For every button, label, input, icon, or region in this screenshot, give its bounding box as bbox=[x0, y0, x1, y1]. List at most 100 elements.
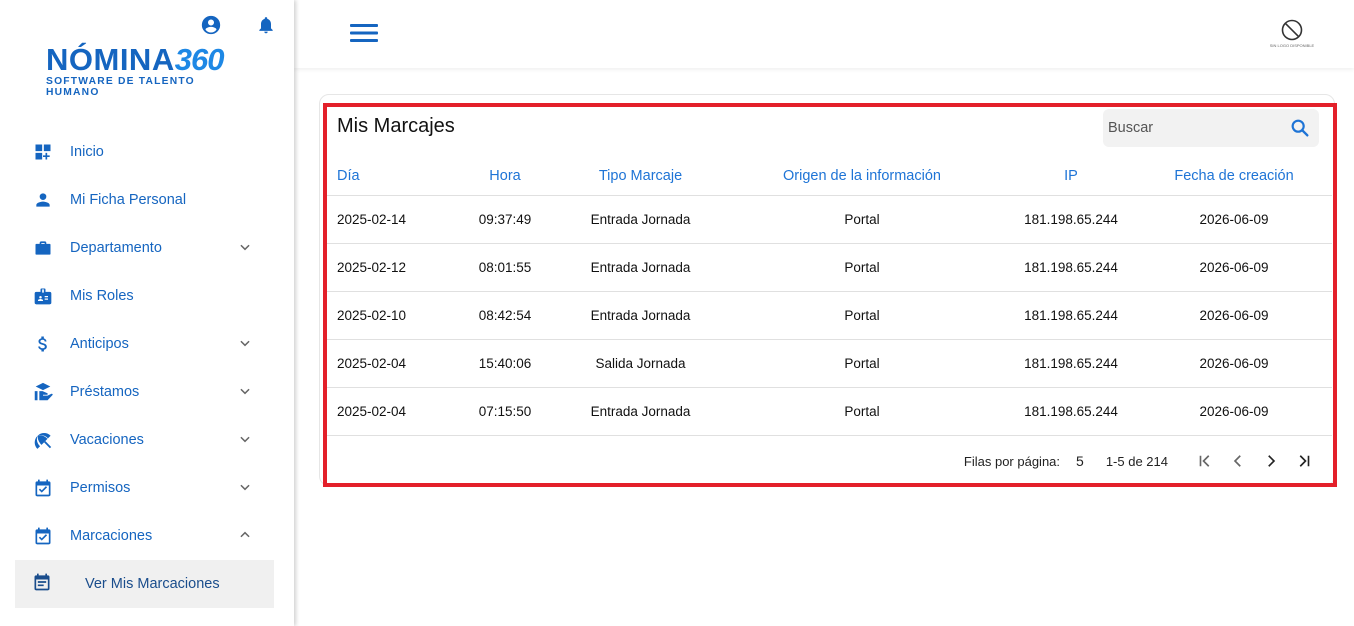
no-image-icon bbox=[1281, 19, 1303, 41]
chevron-down-icon[interactable] bbox=[238, 384, 252, 403]
column-header-dia[interactable]: Día bbox=[327, 157, 447, 196]
table-row[interactable]: 2025-02-04 15:40:06 Salida Jornada Porta… bbox=[327, 339, 1332, 388]
sidebar: NÓMINA 360 SOFTWARE DE TALENTO HUMANO Ini… bbox=[0, 0, 294, 626]
sidebar-item-label: Préstamos bbox=[70, 384, 140, 400]
sidebar-nav: Inicio Mi Ficha Personal Departamento Mi… bbox=[0, 128, 294, 608]
rows-per-page-select[interactable]: 5 bbox=[1076, 453, 1084, 469]
account-circle-icon[interactable] bbox=[200, 14, 222, 36]
cell-tipo-marcaje: Entrada Jornada bbox=[563, 243, 718, 292]
sidebar-item-label: Anticipos bbox=[70, 336, 129, 352]
calendar-check-icon bbox=[32, 525, 54, 547]
cell-dia: 2025-02-04 bbox=[327, 339, 447, 388]
cell-origen: Portal bbox=[718, 195, 1006, 244]
dollar-icon bbox=[32, 333, 54, 355]
sidebar-item-label: Vacaciones bbox=[70, 432, 144, 448]
table-row[interactable]: 2025-02-12 08:01:55 Entrada Jornada Port… bbox=[327, 243, 1332, 292]
cell-origen: Portal bbox=[718, 291, 1006, 340]
table-row[interactable]: 2025-02-04 07:15:50 Entrada Jornada Port… bbox=[327, 387, 1332, 436]
table-row[interactable]: 2025-02-14 09:37:49 Entrada Jornada Port… bbox=[327, 195, 1332, 244]
menu-icon[interactable] bbox=[350, 22, 378, 49]
brand-number: 360 bbox=[174, 42, 225, 77]
next-page-button[interactable] bbox=[1254, 446, 1287, 476]
column-header-tipo-marcaje[interactable]: Tipo Marcaje bbox=[563, 157, 718, 196]
cell-hora: 15:40:06 bbox=[447, 339, 563, 388]
cell-fecha-creacion: 2026-06-09 bbox=[1136, 291, 1332, 340]
sidebar-item-label: Mi Ficha Personal bbox=[70, 192, 187, 208]
top-bar: SIN LOGO DISPONIBLE bbox=[294, 0, 1354, 68]
profile-logo[interactable]: SIN LOGO DISPONIBLE bbox=[1268, 18, 1316, 50]
profile-logo-caption: SIN LOGO DISPONIBLE bbox=[1269, 43, 1315, 48]
sidebar-item-mi-ficha-personal[interactable]: Mi Ficha Personal bbox=[0, 176, 294, 224]
page-title: Mis Marcajes bbox=[337, 115, 455, 137]
sidebar-subitem-label: Ver Mis Marcaciones bbox=[85, 576, 220, 592]
sidebar-item-label: Permisos bbox=[70, 480, 131, 496]
sidebar-item-departamento[interactable]: Departamento bbox=[0, 224, 294, 272]
cell-fecha-creacion: 2026-06-09 bbox=[1136, 387, 1332, 436]
search-icon[interactable] bbox=[1289, 117, 1311, 144]
hand-money-icon bbox=[32, 381, 54, 403]
badge-icon bbox=[32, 285, 54, 307]
cell-dia: 2025-02-12 bbox=[327, 243, 447, 292]
search-input[interactable] bbox=[1108, 120, 1278, 136]
person-icon bbox=[32, 189, 54, 211]
column-header-fecha-creacion[interactable]: Fecha de creación bbox=[1136, 157, 1332, 196]
sidebar-item-prestamos[interactable]: Préstamos bbox=[0, 368, 294, 416]
briefcase-icon bbox=[32, 237, 54, 259]
bell-icon[interactable] bbox=[256, 14, 276, 36]
cell-ip: 181.198.65.244 bbox=[1006, 291, 1136, 340]
sidebar-subitem-ver-mis-marcaciones[interactable]: Ver Mis Marcaciones bbox=[15, 560, 274, 608]
last-page-button[interactable] bbox=[1287, 446, 1320, 476]
search-field bbox=[1103, 109, 1319, 147]
sidebar-item-permisos[interactable]: Permisos bbox=[0, 464, 294, 512]
chevron-down-icon[interactable] bbox=[238, 240, 252, 259]
chevron-up-icon[interactable] bbox=[238, 528, 252, 547]
column-header-ip[interactable]: IP bbox=[1006, 157, 1136, 196]
cell-fecha-creacion: 2026-06-09 bbox=[1136, 243, 1332, 292]
cell-origen: Portal bbox=[718, 339, 1006, 388]
pagination-range: 1-5 de 214 bbox=[1105, 453, 1168, 469]
sidebar-item-mis-roles[interactable]: Mis Roles bbox=[0, 272, 294, 320]
sidebar-item-marcaciones[interactable]: Marcaciones bbox=[0, 512, 294, 560]
cell-origen: Portal bbox=[718, 243, 1006, 292]
table-row[interactable]: 2025-02-10 08:42:54 Entrada Jornada Port… bbox=[327, 291, 1332, 340]
column-header-origen[interactable]: Origen de la información bbox=[718, 157, 1006, 196]
cell-hora: 09:37:49 bbox=[447, 195, 563, 244]
first-page-button[interactable] bbox=[1188, 446, 1221, 476]
chevron-right-icon bbox=[1267, 455, 1275, 467]
cell-dia: 2025-02-10 bbox=[327, 291, 447, 340]
brand-logo[interactable]: NÓMINA 360 SOFTWARE DE TALENTO HUMANO bbox=[46, 42, 246, 99]
chevron-down-icon[interactable] bbox=[238, 336, 252, 355]
column-header-hora[interactable]: Hora bbox=[447, 157, 563, 196]
cell-hora: 08:42:54 bbox=[447, 291, 563, 340]
table-pagination: Filas por página: 5 1-5 de 214 bbox=[327, 437, 1332, 485]
calendar-list-icon bbox=[32, 572, 52, 597]
cell-origen: Portal bbox=[718, 387, 1006, 436]
cell-dia: 2025-02-14 bbox=[327, 195, 447, 244]
sidebar-item-vacaciones[interactable]: Vacaciones bbox=[0, 416, 294, 464]
sidebar-item-label: Inicio bbox=[70, 144, 104, 160]
dashboard-add-icon bbox=[32, 141, 54, 163]
sidebar-item-label: Mis Roles bbox=[70, 288, 134, 304]
cell-ip: 181.198.65.244 bbox=[1006, 387, 1136, 436]
first-page-icon bbox=[1199, 455, 1209, 467]
previous-page-button[interactable] bbox=[1221, 446, 1254, 476]
brand-name: NÓMINA bbox=[46, 42, 175, 77]
cell-ip: 181.198.65.244 bbox=[1006, 339, 1136, 388]
last-page-icon bbox=[1299, 455, 1309, 467]
chevron-down-icon[interactable] bbox=[238, 432, 252, 451]
calendar-check-icon bbox=[32, 477, 54, 499]
sidebar-item-label: Marcaciones bbox=[70, 528, 153, 544]
beach-umbrella-icon bbox=[32, 429, 54, 451]
marcajes-table: Día Hora Tipo Marcaje Origen de la infor… bbox=[327, 157, 1332, 436]
sidebar-item-anticipos[interactable]: Anticipos bbox=[0, 320, 294, 368]
cell-fecha-creacion: 2026-06-09 bbox=[1136, 339, 1332, 388]
cell-ip: 181.198.65.244 bbox=[1006, 195, 1136, 244]
chevron-down-icon[interactable] bbox=[238, 480, 252, 499]
cell-dia: 2025-02-04 bbox=[327, 387, 447, 436]
cell-tipo-marcaje: Entrada Jornada bbox=[563, 195, 718, 244]
cell-hora: 08:01:55 bbox=[447, 243, 563, 292]
sidebar-item-inicio[interactable]: Inicio bbox=[0, 128, 294, 176]
rows-per-page-label: Filas por página: bbox=[963, 453, 1061, 469]
cell-tipo-marcaje: Salida Jornada bbox=[563, 339, 718, 388]
cell-ip: 181.198.65.244 bbox=[1006, 243, 1136, 292]
